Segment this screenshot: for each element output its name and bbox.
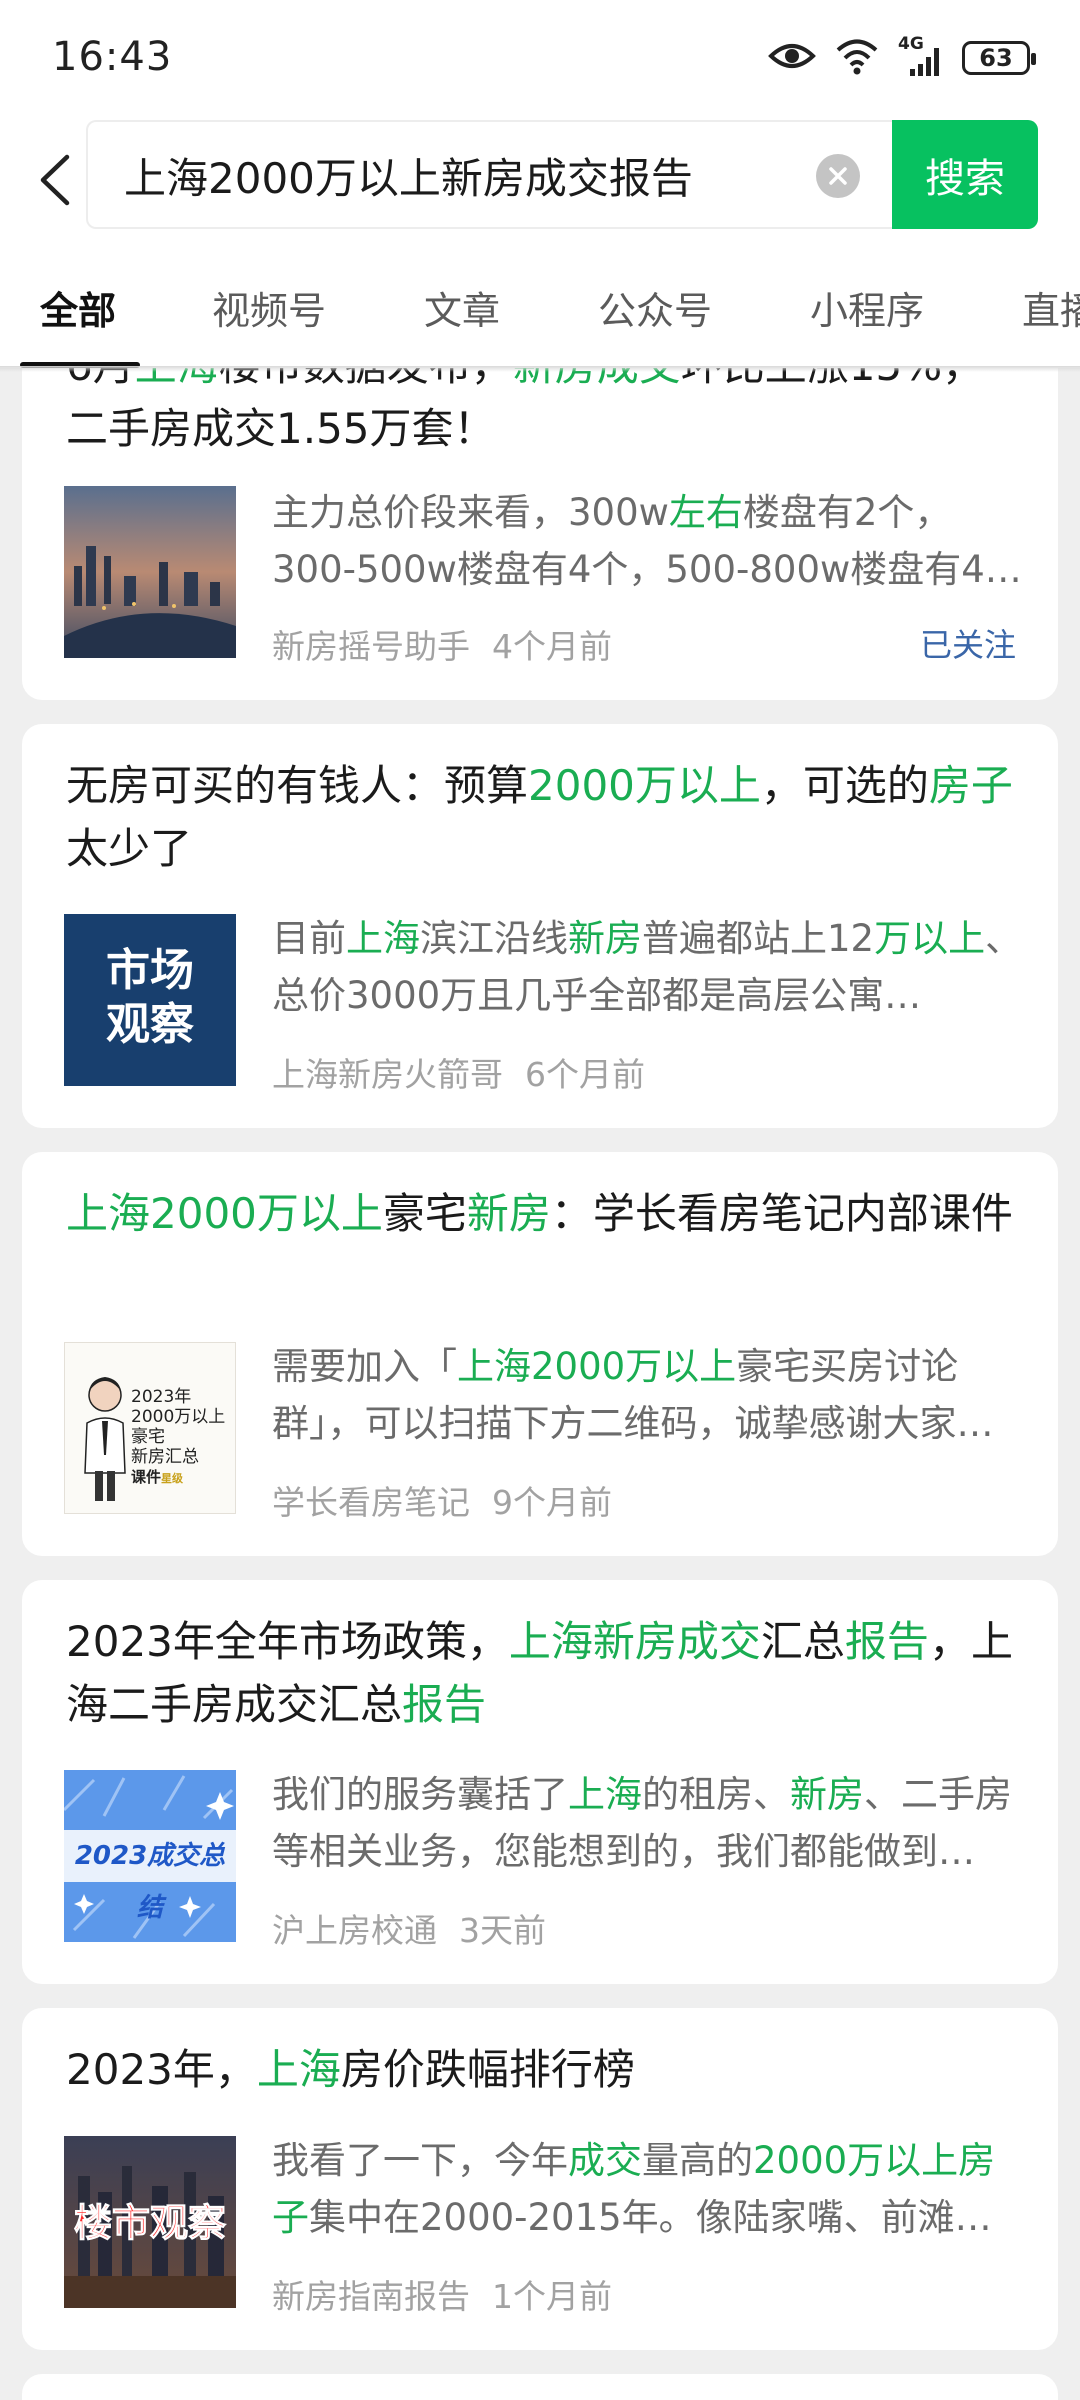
result-source[interactable]: 新房指南报告 (272, 2277, 470, 2316)
city-skyline-image (64, 486, 236, 658)
thumbnail-text: 市场 (106, 945, 194, 996)
search-results: 6月上海楼市数据发布，新房成交环比上涨15%，二手房成交1.55万套！ 主力总价… (0, 368, 1080, 2400)
result-thumbnail: 2023成交总结 (64, 1770, 236, 1942)
result-time: 1个月前 (492, 2277, 612, 2316)
person-illustration-icon (84, 1377, 126, 1501)
result-source[interactable]: 学长看房笔记 (272, 1483, 470, 1522)
search-bar: 搜索 (0, 120, 1080, 240)
highlight-term: 上海2000万以上 (457, 1345, 737, 1388)
highlight-term: 成交 (568, 2139, 642, 2182)
highlight-term: 新房 (568, 917, 642, 960)
status-bar: 16:43 4G 63 (0, 0, 1080, 120)
result-time: 4个月前 (492, 627, 612, 666)
signal-icon: 4G (898, 34, 944, 78)
tab-bar: 全部 视频号 文章 公众号 小程序 直播 (0, 240, 1080, 368)
result-meta: 沪上房校通 3天前 (272, 1904, 546, 1952)
result-card[interactable]: 6月上海楼市数据发布，新房成交环比上涨15%，二手房成交1.55万套！ 主力总价… (22, 368, 1058, 700)
close-icon (829, 167, 847, 185)
thumbnail-text: 豪宅 (131, 1427, 165, 1447)
highlight-term: 上海新房成交 (508, 1617, 761, 1666)
back-button[interactable] (24, 145, 84, 215)
result-meta: 上海新房火箭哥 6个月前 (272, 1048, 645, 1096)
thumbnail-text: 2023成交总结 (64, 1830, 236, 1923)
status-time: 16:43 (52, 34, 173, 80)
result-time: 3天前 (459, 1911, 546, 1950)
tab-articles[interactable]: 文章 (424, 280, 500, 335)
tab-divider (0, 366, 1080, 372)
tab-all[interactable]: 全部 (40, 280, 116, 335)
highlight-term: 2000万以上 (753, 2139, 959, 2182)
result-card[interactable]: 无房可买的有钱人：预算2000万以上，可选的房子太少了 市场 观察 目前上海滨江… (22, 724, 1058, 1128)
wifi-icon (834, 37, 880, 79)
result-snippet: 目前上海滨江沿线新房普遍都站上12万以上、总价3000万且几乎全部都是高层公寓… (272, 917, 1023, 1017)
result-snippet: 主力总价段来看，300w左右楼盘有2个，300-500w楼盘有4个，500-80… (272, 491, 985, 591)
status-icons: 4G 63 (768, 34, 1036, 80)
chevron-left-icon (40, 154, 70, 206)
result-time: 9个月前 (492, 1483, 612, 1522)
thumbnail-text: 星级 (161, 1472, 184, 1485)
tab-official-accounts[interactable]: 公众号 (598, 280, 712, 335)
result-thumbnail: 楼市观察 (64, 2136, 236, 2308)
highlight-term: 上海 (256, 2045, 341, 2094)
search-button[interactable]: 搜索 (892, 120, 1038, 229)
tab-video[interactable]: 视频号 (212, 280, 326, 335)
thumbnail-text: 2000万以上 (131, 1407, 226, 1427)
result-meta: 新房指南报告 1个月前 (272, 2270, 612, 2318)
result-card[interactable]: 2023年，上海房价跌幅排行榜 楼市观察 我看了一下，今年成交量高的2000万以… (22, 2008, 1058, 2350)
highlight-term: 上海 (568, 1773, 642, 1816)
thumbnail-text: 楼市观察 (73, 2201, 226, 2246)
result-snippet: 我们的服务囊括了上海的租房、新房、二手房等相关业务，您能想到的，我们都能做到… (272, 1773, 1012, 1873)
clear-button[interactable] (816, 154, 860, 198)
search-input[interactable] (124, 142, 764, 208)
result-title: 2023年，上海房价跌幅排行榜 (66, 2045, 635, 2094)
result-thumbnail: 2023年 2000万以上 豪宅 新房汇总 课件星级 (64, 1342, 236, 1514)
highlight-term: 上海 (346, 917, 420, 960)
result-title: 上海2000万以上豪宅新房：学长看房笔记内部课件 (66, 1189, 1013, 1238)
eye-icon (768, 40, 816, 76)
search-field[interactable] (86, 120, 892, 229)
highlight-term: 左右 (668, 491, 743, 534)
result-snippet: 需要加入「上海2000万以上豪宅买房讨论群」，可以扫描下方二维码，诚挚感谢大家… (272, 1345, 994, 1445)
result-source[interactable]: 新房摇号助手 (272, 627, 470, 666)
thumbnail-text: 2023年 (131, 1387, 192, 1407)
highlight-term: 万以上 (874, 917, 986, 960)
highlight-term: 上海2000万以上 (66, 1189, 383, 1238)
result-title: 6月上海楼市数据发布，新房成交环比上涨15%，二手房成交1.55万套！ (66, 368, 1026, 460)
result-meta: 新房摇号助手 4个月前 (272, 620, 612, 668)
highlight-term: 房子 (928, 761, 1013, 810)
highlight-term: 报告 (402, 1680, 487, 1729)
result-meta: 学长看房笔记 9个月前 (272, 1476, 612, 1524)
follow-status[interactable]: 已关注 (920, 620, 1016, 666)
result-thumbnail (64, 486, 236, 658)
thumbnail-text: 新房汇总 (131, 1447, 199, 1467)
result-thumbnail: 市场 观察 (64, 914, 236, 1086)
tab-live[interactable]: 直播 (1022, 280, 1080, 335)
thumbnail-text: 观察 (106, 999, 194, 1050)
battery-icon: 63 (962, 41, 1036, 75)
result-title: 2023年全年市场政策，上海新房成交汇总报告，上海二手房成交汇总报告 (66, 1617, 1013, 1729)
highlight-term: 2000万以上 (528, 761, 761, 810)
result-time: 6个月前 (525, 1055, 645, 1094)
result-snippet: 我看了一下，今年成交量高的2000万以上房子集中在2000-2015年。像陆家嘴… (272, 2139, 996, 2239)
tab-mini-programs[interactable]: 小程序 (810, 280, 924, 335)
battery-level: 63 (979, 44, 1013, 72)
result-card[interactable] (22, 2374, 1058, 2400)
thumbnail-text: 课件 (131, 1468, 162, 1486)
result-card[interactable]: 2023年全年市场政策，上海新房成交汇总报告，上海二手房成交汇总报告 2023成… (22, 1580, 1058, 1984)
highlight-term: 新房 (466, 1189, 551, 1238)
result-title: 无房可买的有钱人：预算2000万以上，可选的房子太少了 (66, 761, 1013, 873)
highlight-term: 新房 (790, 1773, 864, 1816)
highlight-term: 报告 (844, 1617, 929, 1666)
result-card[interactable]: 上海2000万以上豪宅新房：学长看房笔记内部课件 2023年 2000万以上 豪… (22, 1152, 1058, 1556)
result-source[interactable]: 沪上房校通 (272, 1911, 437, 1950)
result-source[interactable]: 上海新房火箭哥 (272, 1055, 503, 1094)
